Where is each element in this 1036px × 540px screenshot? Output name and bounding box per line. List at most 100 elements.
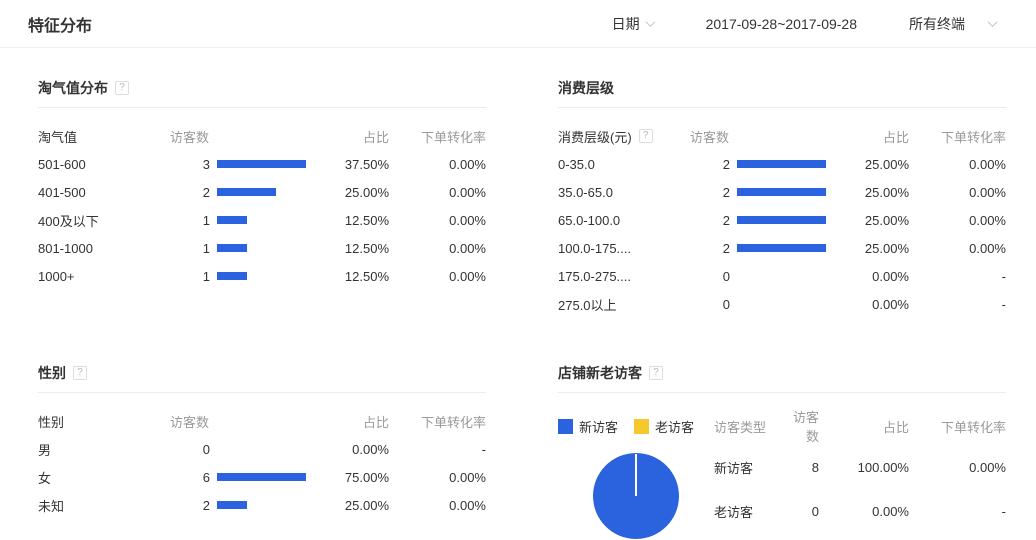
column-header-visitors: 访客数 xyxy=(170,127,306,146)
bar-chart xyxy=(730,244,826,252)
row-visitors: 2 xyxy=(690,213,730,228)
row-ratio: 25.00% xyxy=(826,213,909,228)
help-icon[interactable]: ? xyxy=(639,129,653,143)
column-header-visitors: 访客数 xyxy=(170,412,306,431)
table-row: 老访客 0 0.00% - xyxy=(710,489,1006,533)
row-ratio: 25.00% xyxy=(826,157,909,172)
column-header-visitor-type: 访客类型 xyxy=(710,417,790,436)
table-row: 未知 2 25.00% 0.00% xyxy=(38,491,486,519)
row-ratio: 100.00% xyxy=(819,460,909,475)
top-bar: 特征分布 日期 2017-09-28~2017-09-28 所有终端 xyxy=(0,0,1036,48)
row-conversion: 0.00% xyxy=(909,157,1006,172)
row-visitors: 2 xyxy=(690,185,730,200)
row-visitors: 8 xyxy=(790,460,819,475)
panel-title: 淘气值分布 xyxy=(38,78,108,98)
row-visitors: 2 xyxy=(170,498,210,513)
table-row: 275.0以上 0 0.00% - xyxy=(558,290,1006,318)
table-header-row: 淘气值 访客数 占比 下单转化率 xyxy=(38,122,486,150)
table-header-row: 消费层级(元) ? 访客数 占比 下单转化率 xyxy=(558,122,1006,150)
panels-grid: 淘气值分布 ? 淘气值 访客数 占比 下单转化率 501-600 3 37.50… xyxy=(0,48,1036,539)
panel-consumption-level: 消费层级 消费层级(元) ? 访客数 占比 下单转化率 0-35.0 2 25.… xyxy=(558,78,1006,318)
column-header-conversion: 下单转化率 xyxy=(389,412,486,431)
table-row: 女 6 75.00% 0.00% xyxy=(38,463,486,491)
column-header-ratio: 占比 xyxy=(819,417,909,436)
pie-header-row: 新访客 老访客 访客类型 访客数 占比 下单转化率 xyxy=(558,407,1006,435)
row-ratio: 25.00% xyxy=(826,241,909,256)
row-label: 275.0以上 xyxy=(558,295,690,314)
row-visitors: 1 xyxy=(170,213,210,228)
date-mode-label: 日期 xyxy=(612,14,640,34)
panel-taoqi-header: 淘气值分布 ? xyxy=(38,78,486,108)
column-header-visitors: 访客数 xyxy=(790,407,819,445)
terminal-dropdown[interactable]: 所有终端 xyxy=(909,14,996,34)
row-visitors: 3 xyxy=(170,157,210,172)
row-conversion: 0.00% xyxy=(389,470,486,485)
row-conversion: - xyxy=(909,297,1006,312)
row-conversion: 0.00% xyxy=(389,157,486,172)
help-icon[interactable]: ? xyxy=(73,366,87,380)
header-controls: 日期 2017-09-28~2017-09-28 所有终端 xyxy=(612,14,1008,34)
row-label: 175.0-275.... xyxy=(558,269,690,284)
bar-fill xyxy=(217,272,247,280)
legend-old-visitor-swatch[interactable] xyxy=(634,419,649,434)
bar-chart xyxy=(730,300,826,308)
table-row: 801-1000 1 12.50% 0.00% xyxy=(38,234,486,262)
bar-fill xyxy=(737,244,826,252)
row-ratio: 12.50% xyxy=(306,241,389,256)
column-header-label: 淘气值 xyxy=(38,127,170,146)
panel-title: 店铺新老访客 xyxy=(558,363,642,383)
row-conversion: 0.00% xyxy=(389,241,486,256)
row-ratio: 0.00% xyxy=(826,269,909,284)
column-header-ratio: 占比 xyxy=(306,412,389,431)
table-row: 35.0-65.0 2 25.00% 0.00% xyxy=(558,178,1006,206)
row-conversion: 0.00% xyxy=(909,460,1006,475)
row-visitors: 2 xyxy=(170,185,210,200)
bar-fill xyxy=(217,473,306,481)
bar-chart xyxy=(730,188,826,196)
row-conversion: 0.00% xyxy=(389,213,486,228)
row-label: 100.0-175.... xyxy=(558,241,690,256)
panel-gender-header: 性别 ? xyxy=(38,363,486,393)
pie-chart xyxy=(593,453,679,539)
row-conversion: 0.00% xyxy=(389,185,486,200)
bar-chart xyxy=(730,216,826,224)
row-ratio: 0.00% xyxy=(306,442,389,457)
table-row: 400及以下 1 12.50% 0.00% xyxy=(38,206,486,234)
legend-new-visitor-label[interactable]: 新访客 xyxy=(579,417,618,436)
row-conversion: 0.00% xyxy=(909,241,1006,256)
row-conversion: 0.00% xyxy=(389,498,486,513)
row-label: 1000+ xyxy=(38,269,170,284)
row-label: 女 xyxy=(38,468,170,487)
row-ratio: 25.00% xyxy=(306,185,389,200)
legend-new-visitor-swatch[interactable] xyxy=(558,419,573,434)
row-visitors: 0 xyxy=(170,442,210,457)
bar-chart xyxy=(210,272,306,280)
pie-chart-area xyxy=(558,445,710,539)
row-visitors: 1 xyxy=(170,241,210,256)
date-mode-dropdown[interactable]: 日期 xyxy=(612,14,654,34)
row-ratio: 12.50% xyxy=(306,269,389,284)
panel-taoqi-distribution: 淘气值分布 ? 淘气值 访客数 占比 下单转化率 501-600 3 37.50… xyxy=(38,78,486,318)
bar-chart xyxy=(210,445,306,453)
date-range-picker[interactable]: 2017-09-28~2017-09-28 xyxy=(706,16,857,32)
table-row: 175.0-275.... 0 0.00% - xyxy=(558,262,1006,290)
bar-fill xyxy=(737,188,826,196)
table-row: 401-500 2 25.00% 0.00% xyxy=(38,178,486,206)
row-ratio: 12.50% xyxy=(306,213,389,228)
page-title: 特征分布 xyxy=(28,12,92,36)
row-label: 501-600 xyxy=(38,157,170,172)
table-header-row: 性别 访客数 占比 下单转化率 xyxy=(38,407,486,435)
help-icon[interactable]: ? xyxy=(115,81,129,95)
bar-fill xyxy=(217,501,247,509)
row-conversion: 0.00% xyxy=(909,213,1006,228)
row-visitors: 2 xyxy=(690,157,730,172)
row-ratio: 25.00% xyxy=(306,498,389,513)
row-label: 401-500 xyxy=(38,185,170,200)
help-icon[interactable]: ? xyxy=(649,366,663,380)
chevron-down-icon xyxy=(988,17,998,27)
row-visitor-type: 新访客 xyxy=(710,458,790,477)
legend-old-visitor-label[interactable]: 老访客 xyxy=(655,417,694,436)
bar-chart xyxy=(210,188,306,196)
bar-chart xyxy=(730,160,826,168)
row-ratio: 25.00% xyxy=(826,185,909,200)
